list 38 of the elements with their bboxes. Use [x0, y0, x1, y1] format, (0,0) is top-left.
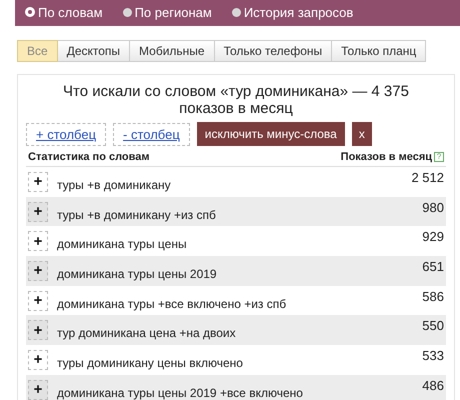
add-column-link[interactable]: + столбец	[26, 122, 106, 146]
add-phrase-button[interactable]: +	[28, 202, 48, 222]
device-tab[interactable]: Только планц	[332, 40, 426, 62]
remove-column-link[interactable]: - столбец	[113, 122, 190, 146]
phrase-link[interactable]: доминикана туры +все включено +из спб	[57, 296, 422, 311]
exclude-button[interactable]: исключить минус-слова	[196, 122, 345, 146]
column-header: Показов в месяц	[340, 151, 432, 163]
count-cell: 980	[422, 200, 444, 215]
phrase-link[interactable]: доминикана туры цены 2019 +все включено	[57, 386, 422, 400]
phrase-link[interactable]: тур доминикана цена +на двоих	[57, 326, 422, 340]
count-cell: 651	[422, 259, 444, 274]
column-header: Статистика по словам	[28, 151, 150, 163]
count-cell: 586	[422, 288, 444, 304]
phrase-link[interactable]: доминикана туры цены 2019	[57, 266, 422, 281]
add-phrase-button[interactable]: +	[28, 231, 48, 252]
close-button[interactable]: x	[352, 122, 372, 146]
device-tab[interactable]: Десктопы	[58, 40, 130, 62]
count-cell: 2 512	[411, 170, 444, 185]
mode-radio[interactable]: По словам	[25, 4, 103, 20]
device-tab[interactable]: Только телефоны	[214, 40, 332, 62]
add-phrase-button[interactable]: +	[28, 320, 48, 340]
add-phrase-button[interactable]: +	[28, 350, 48, 370]
phrase-link[interactable]: доминикана туры цены	[57, 237, 422, 252]
device-tab[interactable]: Мобильные	[130, 40, 215, 62]
phrase-link[interactable]: туры +в доминикану +из спб	[57, 208, 422, 222]
count-cell: 550	[422, 318, 444, 334]
phrase-link[interactable]: туры доминикану цены включено	[57, 356, 422, 370]
mode-radio[interactable]: История запросов	[232, 4, 354, 20]
results-title: Что искали со словом «тур доминикана» — 4 375 показов в месяц	[62, 83, 410, 117]
add-phrase-button[interactable]: +	[28, 380, 48, 400]
add-phrase-button[interactable]: +	[28, 260, 48, 281]
mode-radio[interactable]: По регионам	[122, 4, 212, 20]
count-cell: 486	[422, 378, 444, 393]
add-phrase-button[interactable]: +	[28, 172, 48, 192]
count-cell: 929	[422, 229, 444, 244]
count-cell: 533	[422, 348, 444, 364]
phrase-link[interactable]: туры +в доминикану	[57, 178, 412, 192]
add-phrase-button[interactable]: +	[28, 290, 48, 311]
